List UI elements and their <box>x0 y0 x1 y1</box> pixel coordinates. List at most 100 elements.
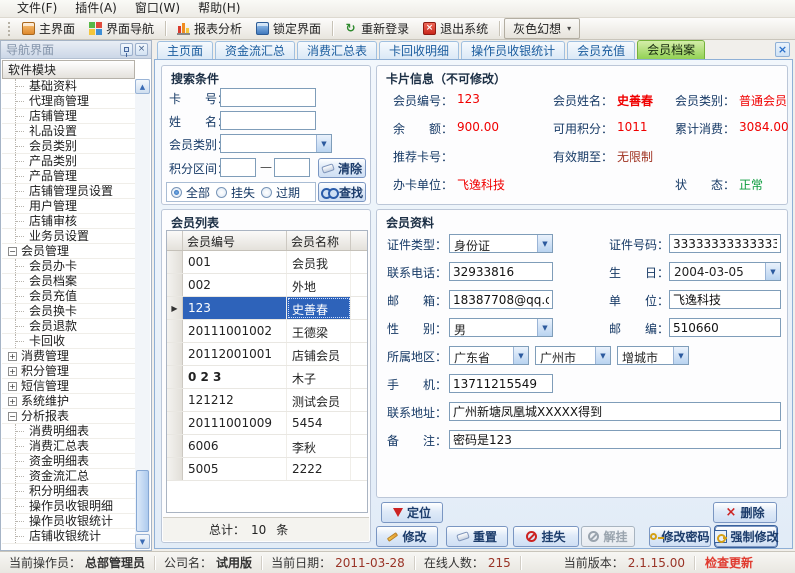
member-row-1[interactable]: 002外地 <box>167 274 367 297</box>
email-input[interactable] <box>449 290 553 309</box>
card-no-input[interactable] <box>220 88 316 107</box>
scroll-up-icon[interactable]: ▲ <box>135 79 150 94</box>
theme-dropdown-button[interactable]: 灰色幻想 ▾ <box>504 18 580 39</box>
gender-select[interactable]: 男 ▼ <box>449 318 553 337</box>
close-icon[interactable]: × <box>775 42 790 57</box>
delete-button[interactable]: × 删除 <box>713 502 777 523</box>
tree-toggle-icon[interactable]: − <box>8 247 17 256</box>
chevron-down-icon[interactable]: ▼ <box>513 347 528 364</box>
sidebar-item-8[interactable]: 用户管理 <box>2 199 135 214</box>
zip-input[interactable] <box>669 318 781 337</box>
points-min-input[interactable] <box>220 158 256 177</box>
member-row-5[interactable]: 0 2 3木子 <box>167 366 367 389</box>
member-row-3[interactable]: 20111001002王德梁 <box>167 320 367 343</box>
chevron-down-icon[interactable]: ▼ <box>537 319 552 336</box>
menu-window[interactable]: 窗口(W) <box>126 0 189 17</box>
release-loss-button[interactable]: 解挂 <box>581 526 635 547</box>
tree-toggle-icon[interactable]: + <box>8 352 17 361</box>
points-max-input[interactable] <box>274 158 310 177</box>
chevron-down-icon[interactable]: ▼ <box>316 135 331 152</box>
province-select[interactable]: 广东省 ▼ <box>449 346 529 365</box>
report-loss-button[interactable]: 挂失 <box>513 526 579 547</box>
sidebar-item-24[interactable]: 消费汇总表 <box>2 439 135 454</box>
sidebar-item-19[interactable]: +积分管理 <box>2 364 135 379</box>
sidebar-item-3[interactable]: 礼品设置 <box>2 124 135 139</box>
sidebar-item-22[interactable]: −分析报表 <box>2 409 135 424</box>
tab-member-recharge[interactable]: 会员充值 <box>567 41 635 60</box>
find-button[interactable]: 查找 <box>318 182 366 202</box>
sidebar-item-30[interactable]: 店铺收银统计 <box>2 529 135 544</box>
sidebar-item-20[interactable]: +短信管理 <box>2 379 135 394</box>
sidebar-item-16[interactable]: 会员退款 <box>2 319 135 334</box>
member-row-7[interactable]: 201110010095454 <box>167 412 367 435</box>
scrollbar-thumb[interactable] <box>136 470 149 532</box>
report-analysis-button[interactable]: 报表分析 <box>170 18 249 39</box>
relogin-button[interactable]: ↻ 重新登录 <box>337 18 416 39</box>
tree-toggle-icon[interactable]: + <box>8 367 17 376</box>
column-member-no[interactable]: 会员编号 <box>183 231 287 250</box>
reset-button[interactable]: 重置 <box>446 526 508 547</box>
chevron-down-icon[interactable]: ▼ <box>537 235 552 252</box>
member-row-9[interactable]: 50052222 <box>167 458 367 481</box>
member-row-6[interactable]: 121212测试会员 <box>167 389 367 412</box>
sidebar-item-28[interactable]: 操作员收银明细 <box>2 499 135 514</box>
menu-plugins[interactable]: 插件(A) <box>66 0 126 17</box>
change-password-button[interactable]: 修改密码 <box>649 526 711 547</box>
menu-file[interactable]: 文件(F) <box>8 0 66 17</box>
tab-card-recycle[interactable]: 卡回收明细 <box>379 41 459 60</box>
member-row-2[interactable]: ▶123史善春 <box>167 297 367 320</box>
menu-help[interactable]: 帮助(H) <box>189 0 249 17</box>
district-select[interactable]: 增城市 ▼ <box>617 346 689 365</box>
sidebar-item-12[interactable]: 会员办卡 <box>2 259 135 274</box>
column-member-name[interactable]: 会员名称 <box>287 231 351 250</box>
city-select[interactable]: 广州市 ▼ <box>535 346 611 365</box>
clear-button[interactable]: 清除 <box>318 158 366 178</box>
sidebar-item-10[interactable]: 业务员设置 <box>2 229 135 244</box>
remark-input[interactable] <box>449 430 781 449</box>
chevron-down-icon[interactable]: ▼ <box>595 347 610 364</box>
mobile-input[interactable] <box>449 374 553 393</box>
modify-button[interactable]: 修改 <box>376 526 438 547</box>
locate-button[interactable]: 定位 <box>381 502 443 523</box>
name-input[interactable] <box>220 111 316 130</box>
member-row-0[interactable]: 001会员我 <box>167 251 367 274</box>
birthday-picker[interactable]: 2004-03-05 ▼ <box>669 262 781 281</box>
tree-toggle-icon[interactable]: + <box>8 382 17 391</box>
tab-member-archive[interactable]: 会员档案 <box>637 40 705 60</box>
scroll-down-icon[interactable]: ▼ <box>135 534 150 549</box>
sidebar-item-5[interactable]: 产品类别 <box>2 154 135 169</box>
phone-input[interactable] <box>449 262 553 281</box>
sidebar-item-9[interactable]: 店铺审核 <box>2 214 135 229</box>
id-type-select[interactable]: 身份证 ▼ <box>449 234 553 253</box>
sidebar-item-23[interactable]: 消费明细表 <box>2 424 135 439</box>
pin-icon[interactable] <box>120 43 133 56</box>
sidebar-item-17[interactable]: 卡回收 <box>2 334 135 349</box>
force-modify-button[interactable]: 强制修改 <box>715 526 777 547</box>
radio-all[interactable] <box>171 187 182 198</box>
sidebar-item-4[interactable]: 会员类别 <box>2 139 135 154</box>
company-input[interactable] <box>669 290 781 309</box>
sidebar-item-14[interactable]: 会员充值 <box>2 289 135 304</box>
nav-button[interactable]: 界面导航 <box>82 18 161 39</box>
tab-operator-stats[interactable]: 操作员收银统计 <box>461 41 565 60</box>
sidebar-item-0[interactable]: 基础资料 <box>2 79 135 94</box>
sidebar-scrollbar[interactable]: ▲ ▼ <box>135 79 150 549</box>
sidebar-item-29[interactable]: 操作员收银统计 <box>2 514 135 529</box>
address-input[interactable] <box>449 402 781 421</box>
tab-funds-summary[interactable]: 资金流汇总 <box>215 41 295 60</box>
member-row-8[interactable]: 6006李秋 <box>167 435 367 458</box>
sidebar-item-6[interactable]: 产品管理 <box>2 169 135 184</box>
sidebar-item-21[interactable]: +系统维护 <box>2 394 135 409</box>
tab-consume-summary[interactable]: 消费汇总表 <box>297 41 377 60</box>
check-update-link[interactable]: 检查更新 <box>695 554 763 571</box>
sidebar-item-26[interactable]: 资金流汇总 <box>2 469 135 484</box>
member-row-4[interactable]: 20112001001店铺会员 <box>167 343 367 366</box>
sidebar-item-18[interactable]: +消费管理 <box>2 349 135 364</box>
sidebar-item-25[interactable]: 资金明细表 <box>2 454 135 469</box>
tab-home[interactable]: 主页面 <box>157 41 213 60</box>
lock-screen-button[interactable]: 锁定界面 <box>249 18 328 39</box>
sidebar-item-7[interactable]: 店铺管理员设置 <box>2 184 135 199</box>
chevron-down-icon[interactable]: ▼ <box>673 347 688 364</box>
radio-expired[interactable] <box>261 187 272 198</box>
id-number-input[interactable] <box>669 234 781 253</box>
